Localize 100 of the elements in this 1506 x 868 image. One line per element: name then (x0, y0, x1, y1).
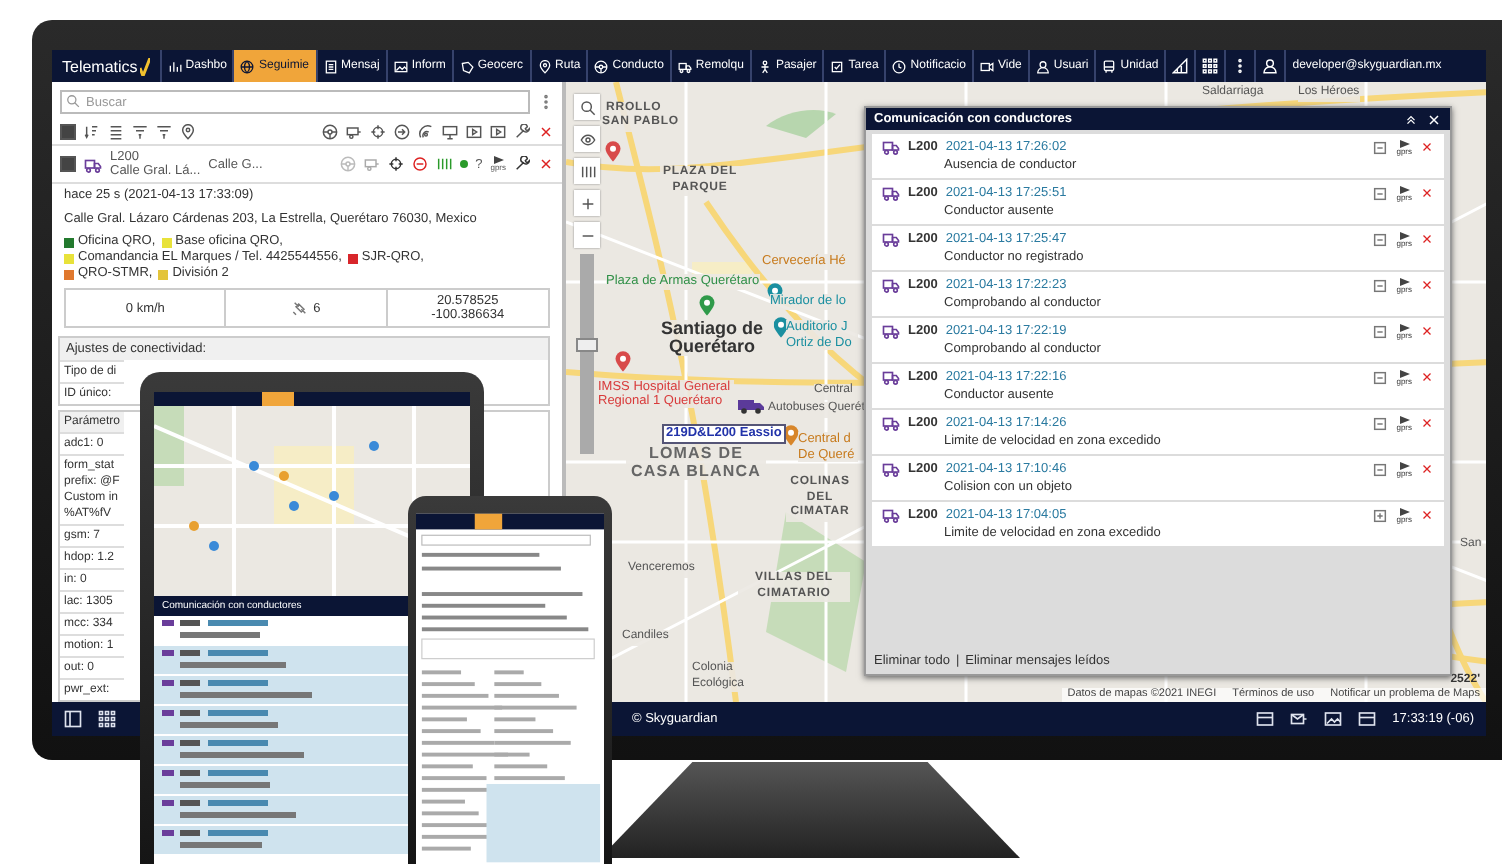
satellite-icon (291, 300, 308, 316)
polygon-icon (459, 59, 474, 73)
steering-wheel-icon (594, 59, 609, 73)
unit-checkbox[interactable] (60, 156, 76, 172)
wrench-icon[interactable] (514, 156, 530, 172)
ruler-icon (1172, 58, 1189, 74)
sort-icon[interactable] (84, 124, 100, 140)
truck-icon (84, 155, 102, 173)
mail-icon (1290, 710, 1309, 728)
card-icon (1256, 710, 1275, 728)
delete-icon[interactable] (1420, 186, 1434, 200)
close-icon (1426, 111, 1442, 127)
trailer-icon[interactable] (346, 124, 362, 140)
truck-icon (882, 184, 900, 202)
mail-button[interactable] (1290, 710, 1309, 728)
hospital-pin-icon[interactable] (604, 140, 622, 162)
video-camera-icon (979, 59, 994, 73)
bus-icon (1102, 59, 1117, 73)
truck-icon (882, 276, 900, 294)
app-logo: Telematics (62, 57, 138, 75)
collapse-square-icon[interactable] (1372, 231, 1389, 247)
card-button[interactable] (1256, 710, 1275, 728)
collapse-square-icon[interactable] (1372, 277, 1389, 293)
truck-icon (882, 368, 900, 386)
pause-icon[interactable] (435, 156, 452, 172)
list-icon[interactable] (108, 124, 124, 140)
filter-icon[interactable] (132, 124, 148, 140)
delete-icon[interactable] (1420, 324, 1434, 338)
delete-icon[interactable] (1420, 508, 1434, 522)
user-icon (1262, 58, 1279, 74)
truck-icon (882, 414, 900, 432)
truck-icon (882, 506, 900, 524)
collapse-square-icon[interactable] (1372, 323, 1389, 339)
signal-icon[interactable] (418, 124, 434, 140)
card-button[interactable] (1358, 710, 1377, 728)
visibility-button[interactable] (574, 126, 600, 152)
arrow-circle-icon[interactable] (394, 124, 410, 140)
status-dot-icon (459, 160, 468, 168)
columns-icon (579, 163, 595, 179)
close-icon[interactable] (538, 156, 554, 172)
truck-icon (882, 138, 900, 156)
grid-icon (98, 710, 116, 728)
search-icon (66, 94, 80, 108)
crosshair-icon[interactable] (370, 124, 386, 140)
image-icon (1324, 710, 1343, 728)
delete-icon[interactable] (1420, 140, 1434, 154)
document-icon (323, 59, 337, 73)
crosshair-icon[interactable] (387, 156, 404, 172)
delete-icon[interactable] (1420, 416, 1434, 430)
grid-view-button[interactable] (98, 710, 116, 728)
truck-icon (882, 322, 900, 340)
zoom-in-button[interactable] (574, 190, 600, 216)
vehicle-marker-icon[interactable] (736, 396, 766, 414)
monitor-icon[interactable] (442, 124, 458, 140)
delete-icon[interactable] (1420, 462, 1434, 476)
collapse-square-icon[interactable] (1372, 139, 1389, 155)
map-label: LOMAS DE CASA BLANCA (626, 444, 766, 480)
pin-icon (537, 59, 552, 73)
expand-square-icon[interactable] (1372, 507, 1389, 523)
wrench-icon[interactable] (514, 124, 530, 140)
close-button[interactable] (1426, 111, 1442, 127)
play-icon[interactable] (490, 124, 506, 140)
play-icon[interactable] (466, 124, 482, 140)
panel-icon (64, 710, 82, 728)
bar-chart-icon (167, 59, 182, 73)
collapse-square-icon[interactable] (1372, 185, 1389, 201)
truck-icon (677, 59, 692, 73)
truck-icon (882, 460, 900, 478)
hospital-pin-icon[interactable] (614, 350, 632, 372)
map-search-button[interactable] (574, 94, 600, 120)
person-icon (757, 59, 772, 73)
plus-icon (579, 195, 595, 211)
filter-icon[interactable] (156, 124, 172, 140)
collapse-button[interactable] (1404, 112, 1418, 126)
delete-icon[interactable] (1420, 370, 1434, 384)
more-icon[interactable] (538, 94, 554, 110)
double-chevron-icon (1404, 112, 1418, 126)
pin-icon[interactable] (180, 124, 196, 140)
card-icon (1358, 710, 1377, 728)
eye-icon (579, 131, 595, 147)
delete-icon[interactable] (1420, 232, 1434, 246)
collapse-square-icon[interactable] (1372, 461, 1389, 477)
close-icon[interactable] (538, 124, 554, 140)
zoom-out-button[interactable] (574, 222, 600, 248)
logo-check-icon (139, 57, 150, 75)
steering-wheel-icon[interactable] (322, 124, 338, 140)
delete-icon[interactable] (1420, 278, 1434, 292)
park-pin-icon[interactable] (698, 294, 716, 316)
select-all-checkbox[interactable] (60, 124, 76, 140)
checklist-icon (830, 59, 845, 73)
collapse-square-icon[interactable] (1372, 415, 1389, 431)
image-button[interactable] (1324, 710, 1343, 728)
grid-icon (1202, 58, 1219, 74)
clock-icon (892, 59, 907, 73)
globe-icon (240, 59, 255, 73)
layers-button[interactable] (574, 158, 600, 184)
zoom-slider-thumb[interactable] (576, 337, 598, 352)
panel-toggle-button[interactable] (64, 710, 82, 728)
no-entry-icon[interactable] (411, 156, 428, 172)
collapse-square-icon[interactable] (1372, 369, 1389, 385)
